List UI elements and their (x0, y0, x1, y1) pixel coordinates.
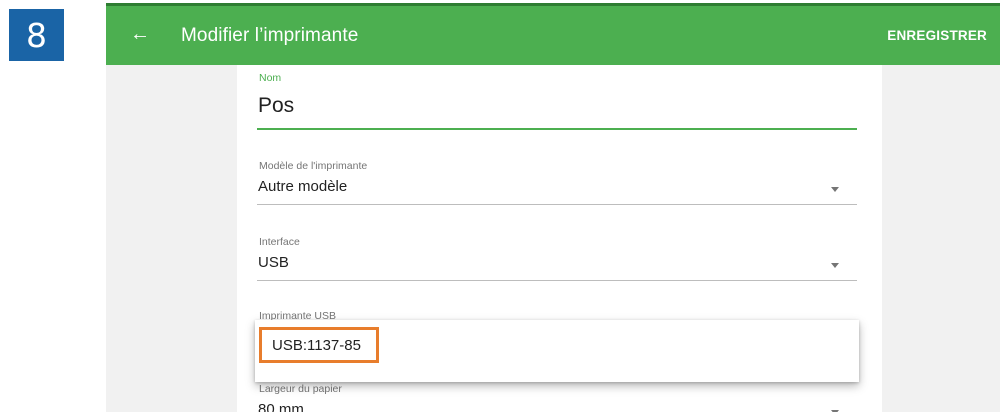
toolbar: ← Modifier l’imprimante ENREGISTRER (106, 3, 1000, 65)
interface-label: Interface (259, 236, 300, 248)
paper-width-label: Largeur du papier (259, 383, 342, 395)
app-window: ← Modifier l’imprimante ENREGISTRER Nom … (106, 3, 1000, 412)
printer-model-underline (257, 204, 857, 205)
chevron-down-icon[interactable] (831, 187, 839, 192)
usb-printer-dropdown-menu: USB:1137-85 (255, 320, 859, 382)
usb-printer-option[interactable]: USB:1137-85 (259, 327, 379, 363)
printer-model-label: Modèle de l'imprimante (259, 160, 368, 172)
name-field-label: Nom (259, 72, 282, 84)
printer-model-select[interactable]: Modèle de l'imprimante Autre modèle (257, 160, 857, 210)
step-number-badge: 8 (9, 9, 64, 61)
printer-model-value[interactable]: Autre modèle (258, 178, 347, 195)
interface-value[interactable]: USB (258, 254, 289, 271)
name-field-value[interactable]: Pos (258, 94, 294, 118)
chevron-down-icon[interactable] (831, 263, 839, 268)
name-field[interactable]: Nom Pos (257, 65, 857, 135)
page-title: Modifier l’imprimante (181, 25, 359, 46)
save-button[interactable]: ENREGISTRER (887, 28, 987, 43)
arrow-left-icon[interactable]: ← (128, 20, 152, 48)
interface-select[interactable]: Interface USB (257, 236, 857, 286)
interface-underline (257, 280, 857, 281)
paper-width-select[interactable]: Largeur du papier 80 mm (257, 383, 857, 412)
paper-width-value[interactable]: 80 mm (258, 401, 304, 412)
name-field-underline (257, 128, 857, 130)
